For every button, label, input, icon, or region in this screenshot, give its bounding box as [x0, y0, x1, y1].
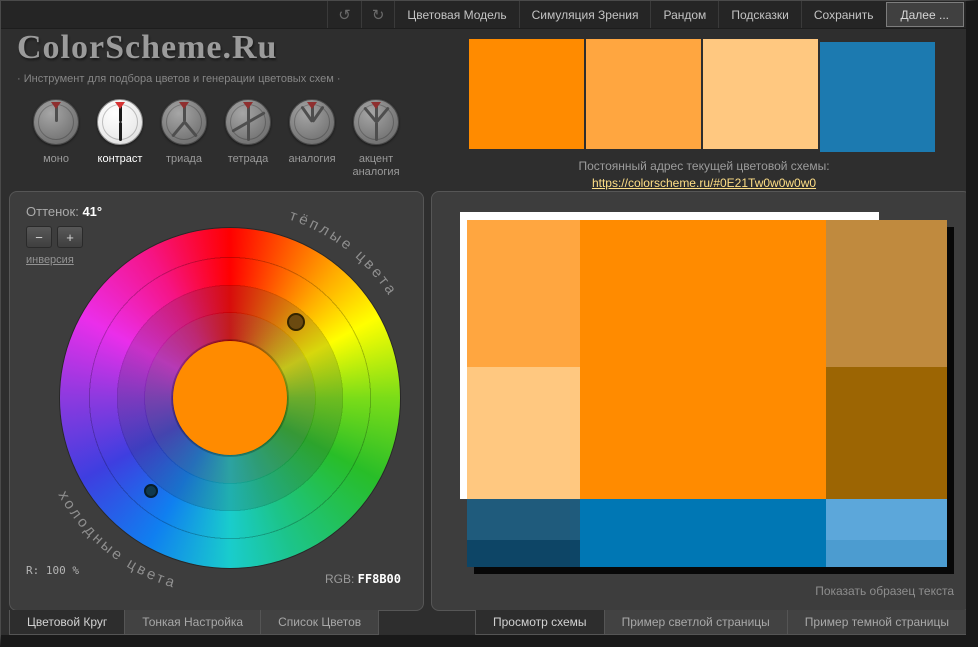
scheme-preview — [460, 212, 954, 574]
hue-plus-button[interactable]: + — [57, 226, 83, 248]
permalink-caption: Постоянный адрес текущей цветовой схемы: — [578, 159, 830, 173]
swatch-contrast-blue — [820, 42, 935, 152]
preview-cell-pale-orange — [467, 367, 580, 499]
rgb-hex-readout: RGB: FF8B00 — [324, 572, 401, 586]
preview-cell-mid-blue — [826, 540, 947, 567]
analogous-dial-icon — [289, 99, 335, 145]
undo-icon[interactable]: ↺ — [327, 1, 361, 28]
tab-light-page-example[interactable]: Пример светлой страницы — [603, 610, 788, 635]
swatch-pale — [703, 39, 818, 149]
logo: ColorScheme.Ru · Инструмент для подбора … — [17, 29, 341, 85]
tetrad-dial-icon — [225, 99, 271, 145]
current-scheme-palette: Постоянный адрес текущей цветовой схемы:… — [469, 39, 939, 190]
mode-tetrad[interactable]: тетрада — [219, 99, 277, 179]
mode-label: тетрада — [227, 153, 269, 165]
tab-dark-page-example[interactable]: Пример темной страницы — [786, 610, 966, 635]
permalink-url[interactable]: https://colorscheme.ru/#0E21Tw0w0w0w0 — [469, 176, 939, 190]
primary-hue-marker[interactable] — [287, 313, 305, 331]
hue-minus-button[interactable]: − — [26, 226, 52, 248]
triad-dial-icon — [161, 99, 207, 145]
tab-fine-tuning[interactable]: Тонкая Настройка — [124, 610, 262, 635]
redo-icon[interactable]: ↻ — [360, 1, 395, 28]
mode-analogous[interactable]: аналогия — [283, 99, 341, 179]
wheel-panel-tabs: Цветовой Круг Тонкая Настройка Список Цв… — [9, 610, 380, 635]
contrast-dial-icon — [97, 99, 143, 145]
scheme-swatches — [469, 39, 939, 152]
color-wheel-panel: Оттенок: 41° − + инверсия тёплые цвета х… — [9, 191, 424, 623]
mode-label: аналогия — [288, 153, 336, 165]
rgb-hex-value: FF8B00 — [357, 572, 401, 586]
preview-cell-light-orange — [467, 220, 580, 367]
site-title: ColorScheme.Ru — [17, 29, 278, 66]
preview-cell-light-blue — [826, 499, 947, 540]
color-wheel[interactable] — [60, 228, 400, 568]
preview-panel-tabs: Просмотр схемы Пример светлой страницы П… — [431, 610, 966, 635]
dial-pointer-icon — [371, 102, 381, 109]
mode-label: контраст — [97, 153, 143, 165]
top-menubar: ↺ ↻ Цветовая Модель Симуляция Зрения Ран… — [1, 1, 966, 29]
accent-analogous-dial-icon — [353, 99, 399, 145]
tab-color-list[interactable]: Список Цветов — [260, 610, 380, 635]
site-subtitle: · Инструмент для подбора цветов и генера… — [17, 73, 341, 85]
colorscheme-app: ↺ ↻ Цветовая Модель Симуляция Зрения Ран… — [0, 0, 978, 647]
mode-triad[interactable]: триада — [155, 99, 213, 179]
hue-value: 41° — [82, 204, 103, 219]
menu-item-hints[interactable]: Подсказки — [718, 1, 801, 28]
dial-pointer-icon — [51, 102, 61, 109]
preview-cell-primary-orange — [580, 220, 826, 499]
tab-color-wheel[interactable]: Цветовой Круг — [9, 610, 126, 635]
preview-cell-navy — [467, 540, 580, 567]
swatch-light — [586, 39, 701, 149]
show-sample-text-link[interactable]: Показать образец текста — [815, 584, 954, 598]
dial-pointer-icon — [307, 102, 317, 109]
mode-mono[interactable]: моно — [27, 99, 85, 179]
preview-cell-dark-tan — [826, 220, 947, 367]
dial-pointer-icon — [115, 102, 125, 109]
dial-pointer-icon — [243, 102, 253, 109]
hue-readout: Оттенок: 41° — [26, 204, 103, 219]
mono-dial-icon — [33, 99, 79, 145]
mode-label: акцент аналогия — [352, 153, 400, 179]
preview-cell-bright-blue — [580, 499, 826, 567]
menu-item-color-model[interactable]: Цветовая Модель — [394, 1, 518, 28]
contrast-hue-marker[interactable] — [144, 484, 158, 498]
preview-color-grid — [467, 220, 947, 567]
mode-contrast[interactable]: контраст — [91, 99, 149, 179]
scheme-mode-selector: моно контраст триада тетрада аналогия ак… — [27, 99, 405, 179]
r-percent: R: 100 % — [26, 563, 79, 577]
preview-cell-dark-teal — [467, 499, 580, 540]
invert-link[interactable]: инверсия — [26, 254, 74, 266]
menu-item-vision-simulation[interactable]: Симуляция Зрения — [518, 1, 651, 28]
selected-color-disc — [173, 341, 287, 455]
tab-scheme-view[interactable]: Просмотр схемы — [475, 610, 605, 635]
swatch-primary — [469, 39, 584, 149]
menu-item-random[interactable]: Рандом — [650, 1, 718, 28]
scheme-preview-panel: Показать образец текста — [431, 191, 966, 611]
preview-cell-brown — [826, 367, 947, 499]
dial-pointer-icon — [179, 102, 189, 109]
menu-item-save[interactable]: Сохранить — [800, 1, 886, 28]
mode-accent-analogous[interactable]: акцент аналогия — [347, 99, 405, 179]
mode-label: триада — [166, 153, 202, 165]
mode-label: моно — [43, 153, 69, 165]
menu-item-next[interactable]: Далее ... — [885, 2, 964, 27]
